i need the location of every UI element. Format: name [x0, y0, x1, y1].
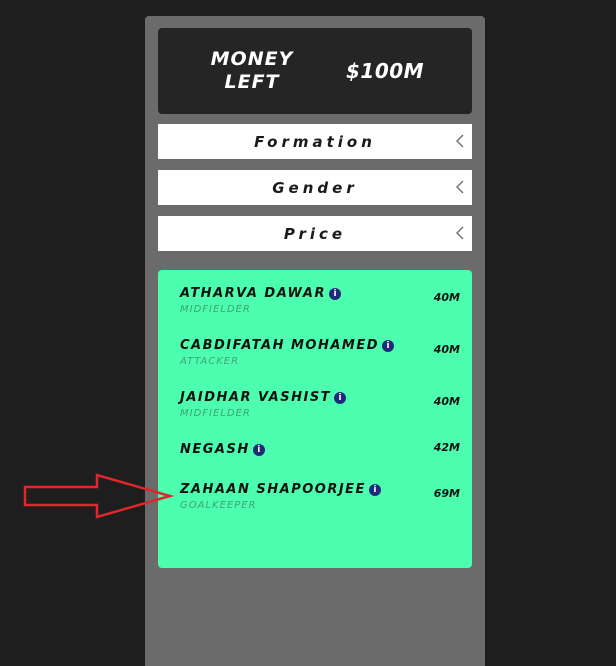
player-list-item[interactable]: ZAHAAN SHAPOORJEE i GOALKEEPER 69M — [180, 482, 460, 518]
player-price: 40M — [433, 291, 460, 304]
player-name: CABDIFATAH MOHAMED — [180, 338, 380, 353]
player-name: JAIDHAR VASHIST — [180, 390, 332, 405]
player-name-row: CABDIFATAH MOHAMED i — [180, 338, 395, 353]
info-icon[interactable]: i — [382, 339, 395, 352]
money-left-value: $100M — [346, 59, 425, 83]
player-list-item[interactable]: JAIDHAR VASHIST i MIDFIELDER 40M — [180, 390, 460, 426]
chevron-left-icon — [455, 180, 464, 194]
money-left-label: MONEY LEFT — [210, 48, 294, 93]
annotation-arrow-icon — [23, 473, 175, 519]
chevron-left-icon — [455, 226, 464, 240]
player-price: 69M — [433, 487, 460, 500]
info-icon[interactable]: i — [252, 443, 265, 456]
player-name-row: NEGASH i — [180, 442, 265, 457]
player-list-item[interactable]: NEGASH i 42M — [180, 441, 460, 478]
player-position: ATTACKER — [180, 356, 240, 367]
price-filter-label: Price — [283, 225, 347, 243]
player-name: NEGASH — [180, 442, 250, 457]
player-list-item[interactable]: ATHARVA DAWAR i MIDFIELDER 40M — [180, 286, 460, 322]
player-position: MIDFIELDER — [180, 304, 251, 315]
player-price: 42M — [433, 441, 460, 454]
player-name: ZAHAAN SHAPOORJEE — [180, 482, 366, 497]
price-filter-dropdown[interactable]: Price — [158, 216, 472, 251]
player-price: 40M — [433, 395, 460, 408]
player-list-item[interactable]: CABDIFATAH MOHAMED i ATTACKER 40M — [180, 338, 460, 374]
gender-filter-dropdown[interactable]: Gender — [158, 170, 472, 205]
formation-filter-label: Formation — [254, 133, 376, 151]
info-icon[interactable]: i — [329, 287, 341, 300]
player-name: ATHARVA DAWAR — [180, 286, 326, 301]
formation-filter-dropdown[interactable]: Formation — [158, 124, 472, 159]
money-left-card: MONEY LEFT $100M — [158, 28, 472, 114]
gender-filter-label: Gender — [272, 179, 358, 197]
team-builder-panel: MONEY LEFT $100M Formation Gender Price … — [145, 16, 485, 666]
player-name-row: ATHARVA DAWAR i — [180, 286, 341, 301]
player-name-row: ZAHAAN SHAPOORJEE i — [180, 482, 381, 497]
player-price: 40M — [433, 343, 460, 356]
info-icon[interactable]: i — [368, 483, 381, 496]
player-position: MIDFIELDER — [180, 408, 251, 419]
info-icon[interactable]: i — [334, 391, 347, 404]
chevron-left-icon — [455, 134, 464, 148]
player-position: GOALKEEPER — [180, 500, 257, 511]
player-list: ATHARVA DAWAR i MIDFIELDER 40M CABDIFATA… — [158, 270, 472, 568]
player-name-row: JAIDHAR VASHIST i — [180, 390, 347, 405]
